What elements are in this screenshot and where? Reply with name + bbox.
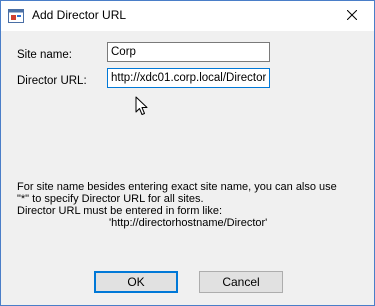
- help-line-4: 'http://directorhostname/Director': [109, 217, 268, 229]
- help-line-2: "*" to specify Director URL for all site…: [17, 193, 204, 205]
- title-bar[interactable]: Add Director URL: [1, 1, 374, 31]
- mouse-pointer-icon: [135, 96, 149, 116]
- help-text: For site name besides entering exact sit…: [17, 181, 362, 229]
- window-title: Add Director URL: [32, 8, 127, 22]
- director-url-label: Director URL:: [17, 75, 87, 87]
- cancel-button[interactable]: Cancel: [199, 271, 283, 293]
- site-name-input[interactable]: [107, 42, 270, 62]
- ok-button[interactable]: OK: [94, 271, 178, 293]
- app-window-icon: [8, 8, 24, 24]
- site-name-label: Site name:: [17, 49, 72, 61]
- help-line-3: Director URL must be entered in form lik…: [17, 205, 222, 217]
- dialog-content: Site name: Director URL: For site name b…: [1, 31, 374, 305]
- dialog-window: Add Director URL Site name: Director URL…: [0, 0, 375, 306]
- help-line-1: For site name besides entering exact sit…: [17, 181, 337, 193]
- close-icon: [346, 7, 357, 25]
- director-url-input[interactable]: [107, 68, 270, 88]
- close-button[interactable]: [329, 1, 374, 30]
